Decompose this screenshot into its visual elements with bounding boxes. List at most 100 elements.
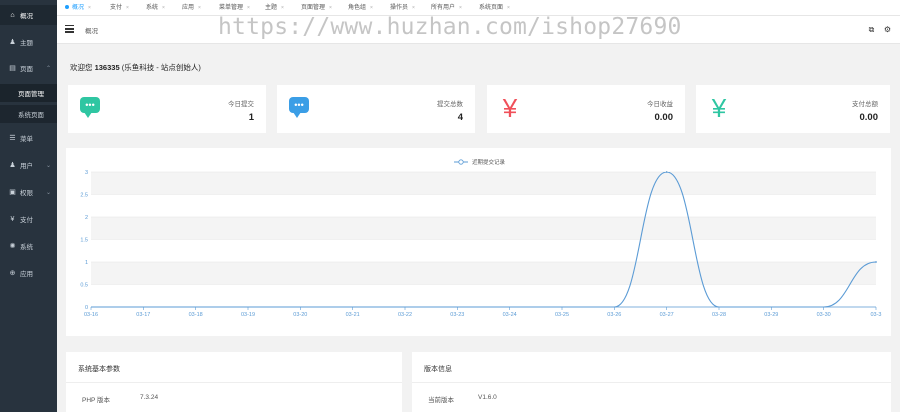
stat-card-today-revenue: ¥ 今日收益 0.00: [487, 85, 685, 133]
chevron-down-icon: ⌄: [45, 189, 51, 196]
x-tick-label: 03-23: [450, 312, 464, 318]
sidebar-subitem-label: 页面管理: [18, 91, 44, 98]
lock-icon: ▣: [9, 189, 16, 196]
stat-value: 0.00: [859, 112, 879, 123]
close-icon[interactable]: ×: [126, 5, 129, 11]
close-icon[interactable]: ×: [88, 5, 91, 11]
tab-label: 所有用户: [431, 5, 456, 11]
close-icon[interactable]: ×: [247, 5, 250, 11]
gear-icon[interactable]: ⚙: [883, 25, 892, 34]
tab-label: 系统: [146, 5, 159, 11]
welcome-text: 欢迎您 136335 (乐鱼科技 - 站点创始人): [70, 62, 201, 73]
sidebar-item-theme[interactable]: ♟ 主题: [0, 32, 57, 52]
welcome-prefix: 欢迎您: [70, 63, 95, 72]
stat-value: 0.00: [654, 112, 674, 123]
close-icon[interactable]: ×: [162, 5, 165, 11]
submission-chart: 0 0.5 1 1.5 2 2.5 3 03-16 03-17 03-18 03-19 03-20 03…: [80, 158, 881, 318]
home-icon: ⌂: [10, 11, 15, 19]
y-tick-label: 2.5: [80, 193, 88, 199]
tab-label: 角色组: [348, 5, 367, 11]
sidebar-item-system[interactable]: ✺ 系统: [0, 236, 57, 256]
y-tick-label: 0.5: [80, 283, 88, 289]
y-tick-label: 1: [85, 260, 88, 266]
chat-bubble-icon: •••: [80, 97, 102, 119]
sidebar-subitem-label: 系统页面: [18, 112, 44, 119]
y-tick-label: 0: [85, 305, 88, 311]
tab-system[interactable]: 系统 ×: [146, 0, 165, 16]
x-tick-label: 03-22: [398, 312, 412, 318]
y-tick-label: 1.5: [80, 238, 88, 244]
active-dot-icon: [65, 5, 69, 10]
page-icon: ▤: [9, 65, 16, 72]
tab-overview[interactable]: 概况 ×: [65, 0, 91, 16]
close-icon[interactable]: ×: [281, 5, 284, 11]
sidebar-item-label: 用户: [20, 163, 33, 170]
x-tick-label: 03-16: [84, 312, 98, 318]
close-icon[interactable]: ×: [412, 5, 415, 11]
sidebar-subitem-page-manage[interactable]: 页面管理: [0, 84, 57, 102]
tab-label: 系统页面: [479, 5, 504, 11]
stat-label: 今日收益: [647, 101, 673, 108]
x-tick-label: 03-18: [189, 312, 203, 318]
close-icon[interactable]: ×: [459, 5, 462, 11]
chat-bubble-icon: •••: [289, 97, 311, 119]
sidebar-item-payment[interactable]: ¥ 支付: [0, 209, 57, 229]
sidebar-item-menu[interactable]: ☰ 菜单: [0, 128, 57, 148]
stat-card-total-payment: ¥ 支付总额 0.00: [696, 85, 890, 133]
sidebar-item-apps[interactable]: ⊕ 应用: [0, 263, 57, 283]
legend-label: 近期提交记录: [472, 158, 506, 166]
sidebar-item-permissions[interactable]: ▣ 权限 ⌄: [0, 182, 57, 202]
close-icon[interactable]: ×: [329, 5, 332, 11]
menu-toggle-icon[interactable]: [65, 25, 74, 33]
chevron-up-icon: ⌃: [45, 65, 51, 72]
x-tick-label: 03-21: [346, 312, 360, 318]
app-icon: ⊕: [9, 270, 16, 277]
version-value: V1.6.0: [478, 394, 497, 401]
legend-marker: [458, 159, 464, 165]
panel-title: 系统基本参数: [78, 366, 120, 373]
param-value: 7.3.24: [140, 394, 159, 401]
x-tick-label: 03-27: [660, 312, 674, 318]
tab-label: 操作员: [390, 5, 409, 11]
system-params-panel: 系统基本参数 PHP 版本 7.3.24: [66, 352, 402, 412]
welcome-suffix: (乐鱼科技 - 站点创始人): [119, 63, 201, 72]
sidebar-item-label: 主题: [20, 40, 33, 47]
sidebar-subitem-system-pages[interactable]: 系统页面: [0, 105, 57, 123]
sidebar: ⌂ 概况 ♟ 主题 ▤ 页面 ⌃ 页面管理 系统页面 ☰ 菜单 ♟ 用户 ⌄ ▣…: [0, 0, 57, 412]
sidebar-item-label: 权限: [20, 190, 33, 197]
stat-label: 支付总额: [852, 101, 878, 108]
stat-card-today-submissions: ••• 今日提交 1: [68, 85, 266, 133]
x-tick-label: 03-20: [293, 312, 307, 318]
tab-label: 页面管理: [301, 5, 326, 11]
user-icon: ♟: [9, 162, 16, 169]
x-tick-label: 03-28: [712, 312, 726, 318]
sidebar-item-label: 支付: [20, 217, 33, 224]
sidebar-item-overview[interactable]: ⌂ 概况: [0, 5, 57, 25]
chevron-down-icon: ⌄: [45, 162, 51, 169]
yen-icon: ¥: [502, 93, 518, 123]
close-icon[interactable]: ×: [507, 5, 510, 11]
x-tick-label: 03-26: [607, 312, 621, 318]
tab-label: 概况: [72, 5, 85, 11]
version-info-panel: 版本信息 当前版本 V1.6.0: [412, 352, 891, 412]
close-icon[interactable]: ×: [198, 5, 201, 11]
sidebar-item-pages[interactable]: ▤ 页面 ⌃: [0, 58, 57, 78]
grid-band: [91, 217, 876, 240]
data-point: [665, 171, 668, 173]
watermark: https://www.huzhan.com/ishop27690: [218, 14, 682, 40]
welcome-user: 136335: [94, 63, 120, 72]
sidebar-item-label: 应用: [20, 271, 33, 278]
param-label: PHP 版本: [82, 397, 111, 404]
fullscreen-icon[interactable]: ⧉: [867, 25, 876, 34]
x-tick-label: 03-3: [870, 312, 881, 318]
x-tick-label: 03-25: [555, 312, 569, 318]
close-icon[interactable]: ×: [370, 5, 373, 11]
tab-payment[interactable]: 支付 ×: [110, 0, 129, 16]
tab-apps[interactable]: 应用 ×: [182, 0, 201, 16]
stat-value: 4: [457, 112, 463, 123]
grid-band: [91, 262, 876, 285]
x-tick-label: 03-29: [764, 312, 778, 318]
stat-value: 1: [248, 112, 254, 123]
list-icon: ☰: [9, 135, 16, 142]
sidebar-item-users[interactable]: ♟ 用户 ⌄: [0, 155, 57, 175]
